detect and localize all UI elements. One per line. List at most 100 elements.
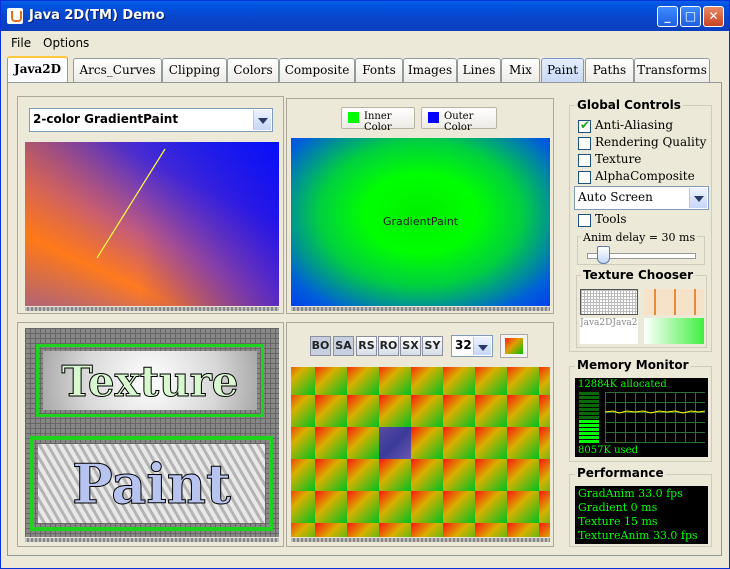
texture-tile [443, 427, 475, 459]
memory-monitor-title: Memory Monitor [575, 358, 691, 372]
app-window: Java 2D(TM) Demo _ □ ✕ File Options Java… [0, 0, 730, 569]
tab-clipping[interactable]: Clipping [162, 58, 227, 82]
title-bar[interactable]: Java 2D(TM) Demo _ □ ✕ [1, 1, 729, 31]
tools-checkbox[interactable] [578, 214, 591, 227]
outer-color-button[interactable]: Outer Color [421, 107, 497, 133]
texture-size-value: 32 [455, 338, 472, 352]
menu-options[interactable]: Options [43, 36, 89, 50]
panel-grip [25, 307, 279, 311]
window-title: Java 2D(TM) Demo [29, 8, 165, 23]
texture-tile [379, 523, 411, 537]
texture-tile [347, 427, 379, 459]
texture-tile [379, 367, 411, 395]
texture-tile [475, 395, 507, 427]
tab-java2d[interactable]: Java2D [7, 56, 68, 83]
ro-toggle[interactable]: RO [378, 336, 399, 356]
texture-tile [411, 427, 443, 459]
tab-fonts[interactable]: Fonts [355, 58, 403, 82]
texture-tile [347, 523, 379, 537]
close-button[interactable]: ✕ [703, 6, 724, 27]
sy-toggle[interactable]: SY [422, 336, 443, 356]
texture-tile [507, 427, 539, 459]
texture-tile [347, 367, 379, 395]
performance-screen[interactable]: GradAnim 33.0 fps Gradient 0 ms Texture … [575, 486, 708, 544]
texture-tile [347, 491, 379, 523]
texture-option-text[interactable]: Java2DJava2D [580, 318, 638, 344]
inner-color-button[interactable]: Inner Color [341, 107, 415, 133]
memory-monitor-screen[interactable]: 12884K allocated 8057K used [575, 378, 708, 457]
texture-tile [475, 523, 507, 537]
perf-line-gradanim: GradAnim 33.0 fps [578, 487, 683, 500]
texture-option-duke[interactable] [644, 289, 704, 315]
texture-sample-text: Java2DJava2D [580, 318, 638, 328]
texture-tile [291, 459, 315, 491]
texture-anim-canvas[interactable] [291, 367, 550, 537]
texture-canvas[interactable]: Texture Paint [25, 328, 279, 537]
menu-file[interactable]: File [11, 36, 31, 50]
texture-tile [291, 427, 315, 459]
texture-tile [507, 459, 539, 491]
chevron-down-icon[interactable] [253, 110, 271, 130]
perf-line-textureanim: TextureAnim 33.0 fps [578, 529, 698, 542]
texture-tile [507, 491, 539, 523]
inner-color-label: Inner Color [364, 111, 392, 133]
texture-tile [411, 459, 443, 491]
minimize-button[interactable]: _ [657, 6, 678, 27]
bo-toggle[interactable]: BO [310, 336, 331, 356]
texture-chooser-title: Texture Chooser [581, 268, 696, 282]
maximize-button[interactable]: □ [680, 6, 701, 27]
texture-tile [315, 459, 347, 491]
texture-tile [443, 491, 475, 523]
chevron-down-icon[interactable] [473, 337, 491, 355]
texture-tile [315, 523, 347, 537]
perf-line-texture: Texture 15 ms [578, 515, 658, 528]
texture-tile [443, 459, 475, 491]
gradient-canvas[interactable] [25, 142, 279, 306]
texture-label: Texture [595, 152, 642, 166]
tab-composite[interactable]: Composite [279, 58, 355, 82]
tab-mix[interactable]: Mix [501, 58, 540, 82]
texture-tile [291, 491, 315, 523]
tab-lines[interactable]: Lines [457, 58, 501, 82]
texture-tile [507, 395, 539, 427]
texture-tile [379, 459, 411, 491]
menu-bar: File Options [1, 31, 729, 55]
alphacomposite-checkbox[interactable] [578, 171, 591, 184]
texture-tile [411, 395, 443, 427]
gradient-type-combo[interactable]: 2-color GradientPaint [29, 108, 273, 132]
texture-tile [475, 459, 507, 491]
memory-allocated: 12884K allocated [578, 379, 667, 390]
texture-color-button[interactable] [500, 334, 528, 358]
anim-delay-label: Anim delay = 30 ms [581, 231, 698, 244]
anti-aliasing-checkbox[interactable]: ✔ [578, 118, 591, 133]
texture-option-grid[interactable] [580, 289, 638, 315]
screen-type-combo[interactable]: Auto Screen [574, 186, 709, 210]
memory-graph [605, 392, 705, 443]
tab-transforms[interactable]: Transforms [634, 58, 710, 82]
texture-option-gradient[interactable] [644, 318, 704, 344]
texture-tile [379, 427, 411, 459]
chevron-down-icon[interactable] [689, 188, 707, 208]
gradientpaint-canvas[interactable]: GradientPaint [291, 138, 550, 306]
tab-arcs-curves[interactable]: Arcs_Curves [73, 58, 162, 82]
sa-toggle[interactable]: SA [333, 336, 354, 356]
texture-color-icon [505, 338, 523, 354]
texture-size-combo[interactable]: 32 [451, 335, 493, 357]
tab-paths[interactable]: Paths [585, 58, 634, 82]
gradient-type-value: 2-color GradientPaint [33, 112, 179, 126]
texture-tile [539, 459, 550, 491]
tab-colors[interactable]: Colors [227, 58, 279, 82]
anim-delay-slider-thumb[interactable] [597, 246, 610, 264]
paint-word: Paint [72, 452, 232, 517]
sx-toggle[interactable]: SX [400, 336, 421, 356]
texture-tile [411, 491, 443, 523]
texture-tile [507, 523, 539, 537]
anti-aliasing-label: Anti-Aliasing [595, 118, 674, 132]
texture-tile [411, 367, 443, 395]
tab-images[interactable]: Images [403, 58, 457, 82]
texture-checkbox[interactable] [578, 154, 591, 167]
rendering-quality-checkbox[interactable] [578, 137, 591, 150]
tab-paint[interactable]: Paint [541, 58, 584, 82]
rs-toggle[interactable]: RS [356, 336, 377, 356]
screen-type-value: Auto Screen [578, 190, 653, 204]
